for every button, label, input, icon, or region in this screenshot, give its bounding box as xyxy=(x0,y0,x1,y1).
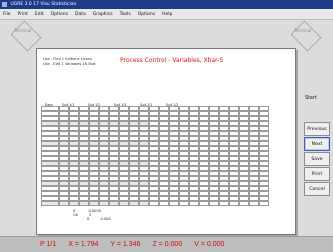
menu-tools[interactable]: Tools xyxy=(120,12,131,17)
grid-cell xyxy=(239,201,249,206)
grid-cell xyxy=(59,201,69,206)
v-coordinate: V = 0.000 xyxy=(194,241,225,248)
stat-label: 0 xyxy=(87,217,90,221)
grid-cell xyxy=(41,201,59,206)
grid-cell xyxy=(179,201,189,206)
page-indicator: P 1/1 xyxy=(40,241,57,248)
grid-cell xyxy=(169,201,179,206)
menu-file[interactable]: File xyxy=(3,12,11,17)
menu-options[interactable]: Options xyxy=(51,12,68,17)
grid-cell xyxy=(199,201,209,206)
z-coordinate: Z = 0.000 xyxy=(152,241,183,248)
menu-graphics[interactable]: Graphics xyxy=(93,12,113,17)
grid-cell xyxy=(79,201,89,206)
menu-edit[interactable]: Edit xyxy=(35,12,44,17)
grid-cell xyxy=(149,201,159,206)
title-bar: UGRE 3.0 17 Visu Statistician xyxy=(0,0,333,9)
status-bar: P 1/1 X = 1.794 Y = 1.346 Z = 0.000 V = … xyxy=(0,236,333,252)
grid-cell xyxy=(229,201,239,206)
previous-button[interactable]: Previous xyxy=(304,122,330,136)
next-button[interactable]: Next xyxy=(304,137,330,151)
summary-stats: S 0.0000 Ok 2 0 0.000 xyxy=(73,209,111,221)
stat-label: Ok xyxy=(73,213,78,217)
grid-cell xyxy=(139,201,149,206)
data-grid: Date Suit 1/1 Suit 1/2 Suit 1/3 Suit 2/1… xyxy=(41,101,287,209)
grid-cell xyxy=(99,201,109,206)
watermark-right-text: Terminal xyxy=(294,28,312,33)
grid-cell xyxy=(119,201,129,206)
menu-data[interactable]: Data xyxy=(75,12,86,17)
print-button[interactable]: Print xyxy=(304,167,330,181)
side-label: Start xyxy=(305,96,317,101)
grid-cell xyxy=(219,201,229,206)
report-page: Use - Find 1 Editions Licens Use - Edit … xyxy=(36,48,296,235)
grid-cell xyxy=(69,201,79,206)
grid-cell xyxy=(109,201,119,206)
grid-cell xyxy=(159,201,169,206)
y-coordinate: Y = 1.346 xyxy=(110,241,141,248)
save-button[interactable]: Save xyxy=(304,152,330,166)
stat-label: 2 xyxy=(89,213,92,217)
menu-bar: File Print Edit Options Data Graphics To… xyxy=(0,9,333,20)
watermark-left-text: Terminal xyxy=(14,28,32,33)
menu-help[interactable]: Help xyxy=(162,12,172,17)
app-icon xyxy=(2,2,7,7)
sheet-note: Use - Edit 1 Variables 16-Stat xyxy=(43,62,96,66)
stat-label: 0.000 xyxy=(100,217,111,221)
sheet-note: Use - Find 1 Editions Licens xyxy=(43,57,93,61)
cancel-button[interactable]: Cancel xyxy=(304,182,330,196)
watermark-left-shape xyxy=(10,20,42,52)
x-coordinate: X = 1.794 xyxy=(68,241,99,248)
window-title: UGRE 3.0 17 Visu Statistician xyxy=(10,2,77,7)
grid-cell xyxy=(209,201,219,206)
menu-options-2[interactable]: Options xyxy=(138,12,155,17)
grid-cell xyxy=(129,201,139,206)
menu-print[interactable]: Print xyxy=(18,12,28,17)
report-title: Process Control - Variables, Xbar-S xyxy=(120,57,224,64)
grid-cell xyxy=(189,201,199,206)
watermark-right-shape xyxy=(290,20,322,52)
grid-cell xyxy=(259,201,269,206)
grid-cell xyxy=(249,201,259,206)
grid-cell xyxy=(89,201,99,206)
